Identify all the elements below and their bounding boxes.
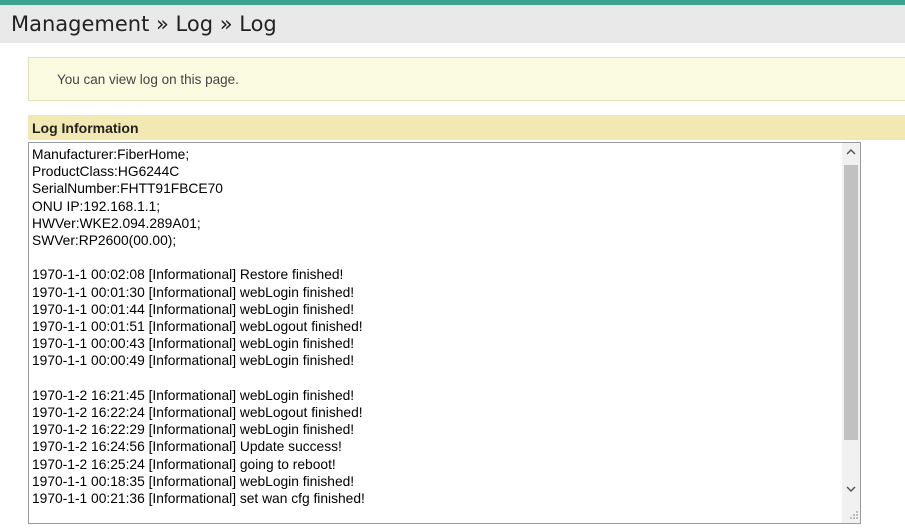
log-line: 1970-1-2 16:21:45 [Informational] webLog… (32, 387, 355, 403)
page-header: Management » Log » Log (0, 5, 905, 43)
info-notice: You can view log on this page. (28, 57, 905, 101)
log-line: 1970-1-1 00:02:08 [Informational] Restor… (32, 267, 344, 283)
notice-text: You can view log on this page. (57, 71, 239, 87)
log-textarea[interactable]: Manufacturer:FiberHome; ProductClass:HG62… (28, 142, 861, 524)
chevron-down-icon[interactable] (842, 482, 860, 500)
log-line: 1970-1-1 00:00:43 [Informational] webLog… (32, 336, 355, 352)
section-title: Log Information (32, 119, 139, 136)
log-line: 1970-1-2 16:25:24 [Informational] going … (32, 456, 336, 472)
log-line: Manufacturer:FiberHome; (32, 147, 190, 162)
scroll-thumb[interactable] (844, 165, 858, 440)
log-line: ProductClass:HG6244C (32, 164, 180, 180)
log-line: 1970-1-2 16:24:56 [Informational] Update… (32, 439, 342, 455)
chevron-up-icon[interactable] (842, 145, 860, 163)
log-line: 1970-1-1 00:21:36 [Informational] set wa… (32, 491, 365, 507)
section-header: Log Information (28, 115, 905, 140)
log-line: HWVer:WKE2.094.289A01; (32, 215, 201, 231)
breadcrumb: Management » Log » Log (11, 12, 277, 36)
log-content: Manufacturer:FiberHome; ProductClass:HG62… (32, 146, 837, 507)
log-line: 1970-1-2 16:22:24 [Informational] webLog… (32, 405, 363, 421)
log-line: 1970-1-1 00:18:35 [Informational] webLog… (32, 473, 355, 489)
log-line: SWVer:RP2600(00.00); (32, 233, 177, 249)
log-scrollbar[interactable] (842, 143, 860, 523)
log-line: 1970-1-2 16:22:29 [Informational] webLog… (32, 422, 355, 438)
log-line: ONU IP:192.168.1.1; (32, 198, 161, 214)
log-line: 1970-1-1 00:01:30 [Informational] webLog… (32, 284, 355, 300)
log-line: 1970-1-1 00:01:44 [Informational] webLog… (32, 301, 355, 317)
log-line: SerialNumber:FHTT91FBCE70 (32, 181, 223, 197)
log-line: 1970-1-1 00:00:49 [Informational] webLog… (32, 353, 355, 369)
log-line: 1970-1-1 00:01:51 [Informational] webLog… (32, 319, 363, 335)
resize-grip-icon[interactable] (847, 510, 859, 522)
